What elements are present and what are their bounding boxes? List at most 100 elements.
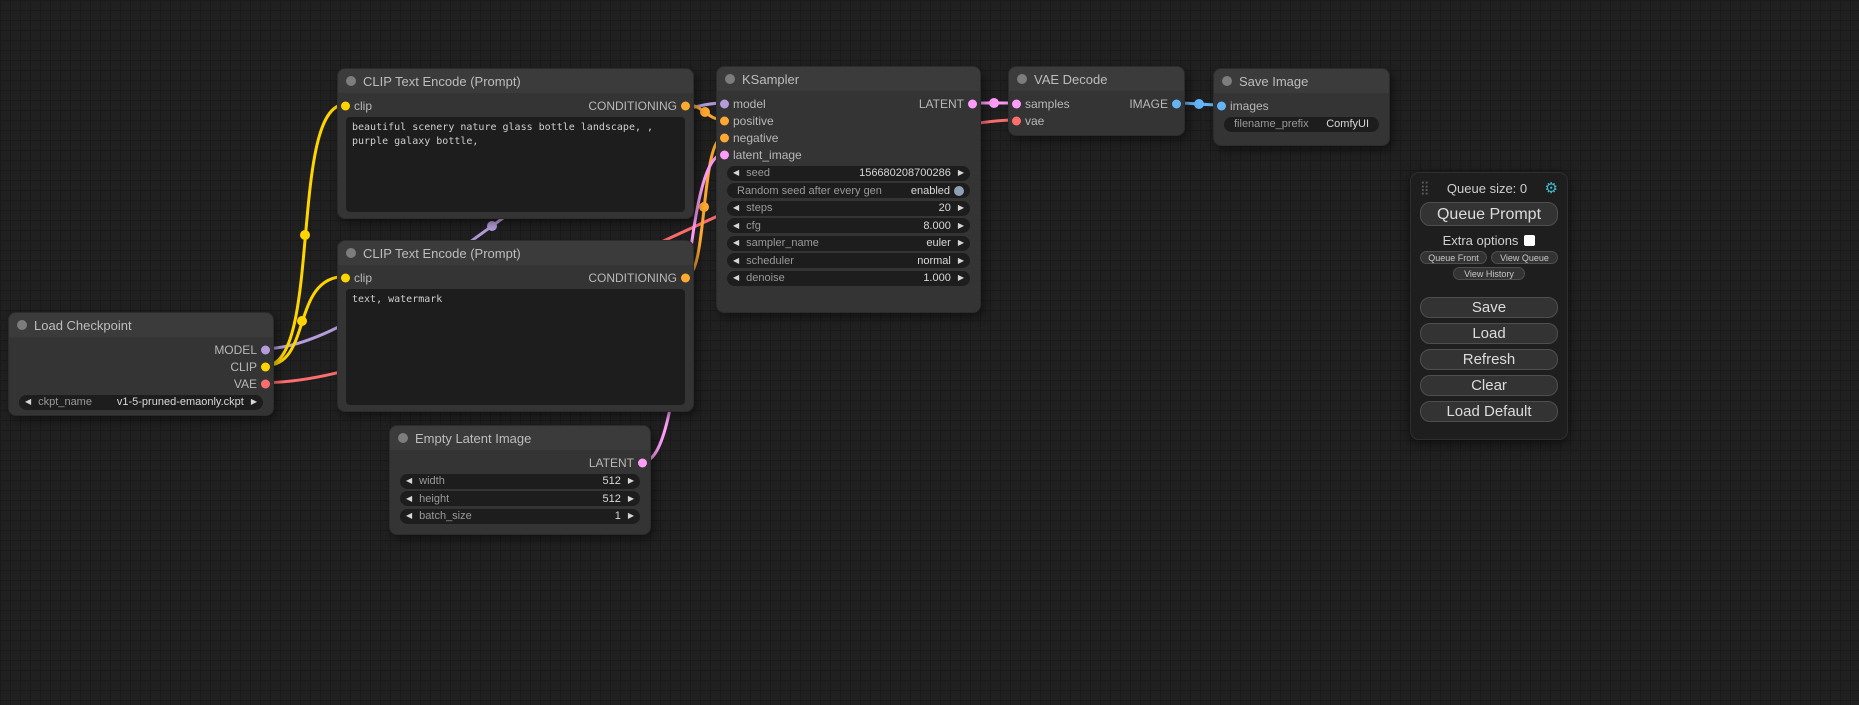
- input-slot-samples[interactable]: [1012, 99, 1021, 108]
- steps-widget[interactable]: ◀ steps 20 ▶: [727, 201, 970, 216]
- toggle-knob-icon[interactable]: [954, 186, 964, 196]
- output-row-clip: CLIP: [9, 358, 273, 375]
- node-collapse-dot[interactable]: [398, 433, 408, 443]
- ckpt-name-widget[interactable]: ◀ ckpt_name v1-5-pruned-emaonly.ckpt ▶: [19, 395, 263, 410]
- load-button[interactable]: Load: [1420, 323, 1558, 344]
- widget-label: cfg: [746, 220, 761, 232]
- comfy-menu-panel[interactable]: ⣿ Queue size: 0 ⚙ Queue Prompt Extra opt…: [1410, 172, 1568, 440]
- filename-prefix-widget[interactable]: filename_prefix ComfyUI: [1224, 117, 1379, 132]
- save-button[interactable]: Save: [1420, 297, 1558, 318]
- node-title-bar[interactable]: KSampler: [717, 67, 980, 91]
- cfg-widget[interactable]: ◀ cfg 8.000 ▶: [727, 218, 970, 233]
- decrement-arrow-icon[interactable]: ◀: [733, 169, 739, 177]
- increment-arrow-icon[interactable]: ▶: [958, 169, 964, 177]
- widget-value: 156680208700286: [859, 167, 951, 179]
- node-clip-text-encode-positive[interactable]: CLIP Text Encode (Prompt) clip CONDITION…: [337, 68, 694, 219]
- node-save-image[interactable]: Save Image images filename_prefix ComfyU…: [1213, 68, 1390, 146]
- random-seed-toggle[interactable]: Random seed after every gen enabled: [727, 183, 970, 198]
- view-history-button[interactable]: View History: [1453, 267, 1525, 280]
- node-title: CLIP Text Encode (Prompt): [363, 74, 521, 89]
- increment-arrow-icon[interactable]: ▶: [251, 398, 257, 406]
- node-empty-latent-image[interactable]: Empty Latent Image LATENT ◀ width 512 ▶ …: [389, 425, 651, 535]
- increment-arrow-icon[interactable]: ▶: [628, 512, 634, 520]
- node-collapse-dot[interactable]: [725, 74, 735, 84]
- increment-arrow-icon[interactable]: ▶: [958, 239, 964, 247]
- prompt-textarea[interactable]: beautiful scenery nature glass bottle la…: [346, 117, 685, 212]
- queue-prompt-button[interactable]: Queue Prompt: [1420, 202, 1558, 226]
- batch-size-widget[interactable]: ◀ batch_size 1 ▶: [400, 509, 640, 524]
- input-label-images: images: [1230, 99, 1269, 113]
- view-queue-button[interactable]: View Queue: [1491, 251, 1558, 264]
- output-slot-conditioning[interactable]: [681, 273, 690, 282]
- extra-options-checkbox[interactable]: [1524, 235, 1535, 246]
- output-slot-conditioning[interactable]: [681, 101, 690, 110]
- input-slot-clip[interactable]: [341, 101, 350, 110]
- input-slot-latent-image[interactable]: [720, 150, 729, 159]
- widget-value: enabled: [911, 185, 950, 197]
- refresh-button[interactable]: Refresh: [1420, 349, 1558, 370]
- increment-arrow-icon[interactable]: ▶: [628, 477, 634, 485]
- node-title-bar[interactable]: Load Checkpoint: [9, 313, 273, 337]
- denoise-widget[interactable]: ◀ denoise 1.000 ▶: [727, 271, 970, 286]
- node-title-bar[interactable]: CLIP Text Encode (Prompt): [338, 241, 693, 265]
- input-row-negative: negative: [717, 129, 980, 146]
- widget-label: filename_prefix: [1234, 118, 1309, 130]
- node-collapse-dot[interactable]: [346, 248, 356, 258]
- output-slot-clip[interactable]: [261, 362, 270, 371]
- settings-gear-icon[interactable]: ⚙: [1545, 179, 1558, 197]
- node-collapse-dot[interactable]: [17, 320, 27, 330]
- scheduler-widget[interactable]: ◀ scheduler normal ▶: [727, 253, 970, 268]
- output-slot-latent[interactable]: [638, 458, 647, 467]
- increment-arrow-icon[interactable]: ▶: [958, 204, 964, 212]
- decrement-arrow-icon[interactable]: ◀: [406, 512, 412, 520]
- input-slot-images[interactable]: [1217, 101, 1226, 110]
- clear-button[interactable]: Clear: [1420, 375, 1558, 396]
- decrement-arrow-icon[interactable]: ◀: [406, 477, 412, 485]
- node-title-bar[interactable]: CLIP Text Encode (Prompt): [338, 69, 693, 93]
- decrement-arrow-icon[interactable]: ◀: [733, 239, 739, 247]
- increment-arrow-icon[interactable]: ▶: [958, 222, 964, 230]
- decrement-arrow-icon[interactable]: ◀: [733, 222, 739, 230]
- node-title-bar[interactable]: VAE Decode: [1009, 67, 1184, 91]
- node-collapse-dot[interactable]: [1222, 76, 1232, 86]
- node-ksampler[interactable]: KSampler model LATENT positive negative …: [716, 66, 981, 313]
- widget-value: 512: [602, 475, 620, 487]
- node-clip-text-encode-negative[interactable]: CLIP Text Encode (Prompt) clip CONDITION…: [337, 240, 694, 412]
- input-slot-positive[interactable]: [720, 116, 729, 125]
- output-row-model: MODEL: [9, 341, 273, 358]
- input-slot-vae[interactable]: [1012, 116, 1021, 125]
- input-slot-negative[interactable]: [720, 133, 729, 142]
- increment-arrow-icon[interactable]: ▶: [628, 495, 634, 503]
- queue-front-button[interactable]: Queue Front: [1420, 251, 1487, 264]
- output-slot-vae[interactable]: [261, 379, 270, 388]
- decrement-arrow-icon[interactable]: ◀: [733, 257, 739, 265]
- node-title: KSampler: [742, 72, 799, 87]
- prompt-textarea[interactable]: text, watermark: [346, 289, 685, 405]
- width-widget[interactable]: ◀ width 512 ▶: [400, 474, 640, 489]
- decrement-arrow-icon[interactable]: ◀: [733, 204, 739, 212]
- node-title-bar[interactable]: Empty Latent Image: [390, 426, 650, 450]
- height-widget[interactable]: ◀ height 512 ▶: [400, 491, 640, 506]
- output-slot-image[interactable]: [1172, 99, 1181, 108]
- drag-handle-icon[interactable]: ⣿: [1420, 180, 1430, 196]
- widget-label: steps: [746, 202, 772, 214]
- output-label-vae: VAE: [234, 377, 257, 391]
- increment-arrow-icon[interactable]: ▶: [958, 274, 964, 282]
- node-load-checkpoint[interactable]: Load Checkpoint MODEL CLIP VAE ◀ ckpt_na…: [8, 312, 274, 416]
- decrement-arrow-icon[interactable]: ◀: [25, 398, 31, 406]
- link-dot-conditioning-1: [700, 107, 710, 117]
- decrement-arrow-icon[interactable]: ◀: [406, 495, 412, 503]
- input-slot-model[interactable]: [720, 99, 729, 108]
- output-slot-model[interactable]: [261, 345, 270, 354]
- load-default-button[interactable]: Load Default: [1420, 401, 1558, 422]
- output-slot-latent[interactable]: [968, 99, 977, 108]
- seed-widget[interactable]: ◀ seed 156680208700286 ▶: [727, 166, 970, 181]
- node-title-bar[interactable]: Save Image: [1214, 69, 1389, 93]
- sampler-name-widget[interactable]: ◀ sampler_name euler ▶: [727, 236, 970, 251]
- node-vae-decode[interactable]: VAE Decode samples IMAGE vae: [1008, 66, 1185, 136]
- increment-arrow-icon[interactable]: ▶: [958, 257, 964, 265]
- node-collapse-dot[interactable]: [346, 76, 356, 86]
- input-slot-clip[interactable]: [341, 273, 350, 282]
- decrement-arrow-icon[interactable]: ◀: [733, 274, 739, 282]
- node-collapse-dot[interactable]: [1017, 74, 1027, 84]
